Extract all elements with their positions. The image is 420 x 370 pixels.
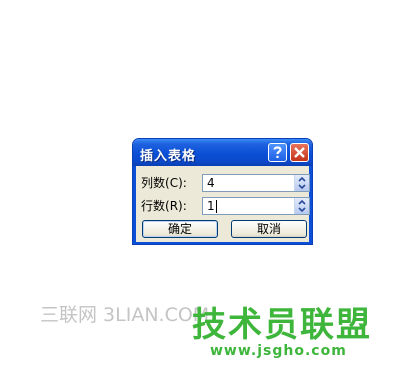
spin-up-down-icon (298, 176, 306, 190)
watermark-jsgho-url: www.jsgho.com (210, 343, 347, 359)
cancel-button[interactable]: 取消 (231, 220, 307, 238)
columns-spin-arrows[interactable] (294, 175, 309, 191)
dialog-titlebar[interactable]: 插入表格 (133, 139, 312, 166)
insert-table-dialog: 插入表格 列数(C): 4 行数(R): 1 确定 取消 (132, 138, 313, 245)
text-cursor (216, 200, 217, 213)
ok-button[interactable]: 确定 (142, 220, 218, 238)
dialog-title: 插入表格 (140, 149, 197, 164)
help-icon (273, 146, 282, 158)
columns-label: 列数(C): (141, 176, 187, 190)
columns-value: 4 (207, 176, 215, 190)
help-button[interactable] (268, 143, 287, 162)
rows-value: 1 (207, 199, 215, 213)
close-button[interactable] (290, 143, 309, 162)
rows-spin-arrows[interactable] (294, 198, 309, 214)
rows-label: 行数(R): (141, 199, 187, 213)
columns-spinbox[interactable]: 4 (202, 174, 310, 192)
watermark-sanlian: 三联网 3LIAN.COM (40, 304, 210, 326)
close-icon (294, 147, 305, 158)
spin-up-down-icon (298, 199, 306, 213)
rows-spinbox[interactable]: 1 (202, 197, 310, 215)
dialog-body: 列数(C): 4 行数(R): 1 确定 取消 (133, 166, 312, 244)
watermark-jsgho-logo: 技术员联盟 (192, 305, 372, 345)
